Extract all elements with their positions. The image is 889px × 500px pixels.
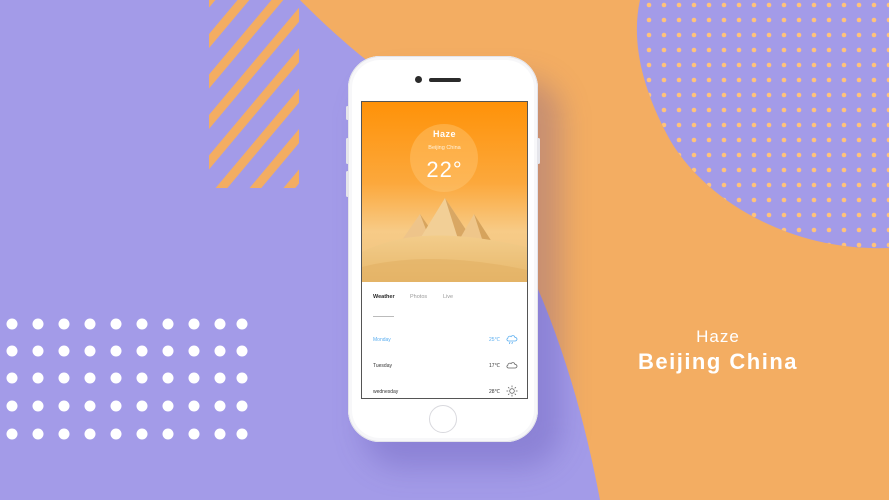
forecast-temp: 17℃ [489,363,501,369]
power-button [537,138,540,164]
tab-photos[interactable]: Photos [410,294,427,300]
forecast-temp: 28℃ [489,389,501,395]
tab-live[interactable]: Live [443,294,453,300]
volume-down-button [346,171,349,197]
earpiece-speaker [429,78,461,82]
forecast-row[interactable]: wednesday 28℃ [362,383,527,398]
forecast-row[interactable]: Tuesday 17℃ [362,357,527,375]
tab-weather[interactable]: Weather [373,294,395,300]
headline-city: Beijing China [637,349,799,374]
hero-city: Beijing China [428,145,461,151]
tab-bar: Weather Photos Live [362,290,527,308]
hero-condition: Haze [432,129,456,139]
forecast-temp: 25℃ [489,337,501,343]
home-button[interactable] [429,405,457,433]
app-screen: Haze Beijing China 22° Weather Photos Li… [361,101,528,399]
rain-cloud-icon [506,335,518,345]
volume-up-button [346,138,349,164]
forecast-day: Tuesday [373,363,392,369]
cloud-icon [506,362,518,369]
mute-switch [346,106,349,120]
headline-block: Haze Beijing China [623,327,813,377]
forecast-day: Monday [373,337,391,343]
front-camera [415,76,422,83]
forecast-day: wednesday [373,389,399,395]
weather-hero: Haze Beijing China 22° [362,102,527,282]
forecast-row[interactable]: Monday 25℃ [362,331,527,349]
headline-condition: Haze [696,327,740,346]
active-tab-indicator [373,316,394,317]
sun-icon [506,385,518,397]
phone-mockup: Haze Beijing China 22° Weather Photos Li… [346,56,540,442]
hero-temperature: 22° [426,157,463,182]
